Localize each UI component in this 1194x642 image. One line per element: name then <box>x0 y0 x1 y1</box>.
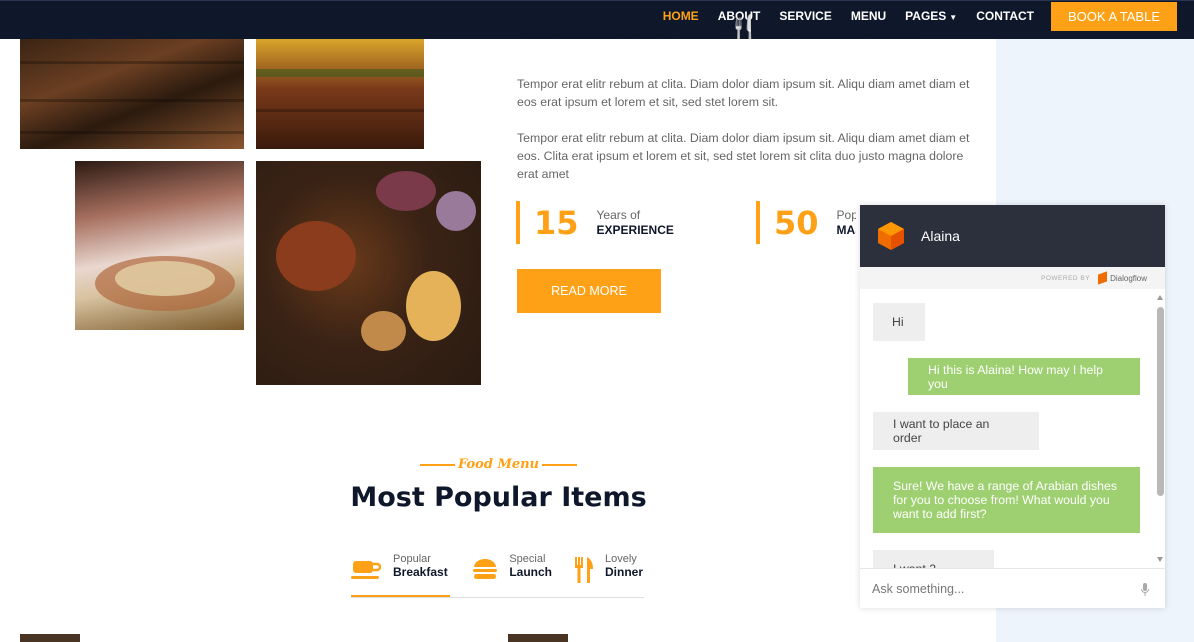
user-message: I want 2 Pizzas <box>873 550 994 569</box>
tab-label: Dinner <box>605 565 644 579</box>
microphone-icon[interactable] <box>1141 583 1149 597</box>
tab-text: Popular Breakfast <box>393 553 448 579</box>
about-paragraph-1: Tempor erat elitr rebum at clita. Diam d… <box>517 77 970 109</box>
utensils-icon: 🍴 <box>725 14 763 39</box>
photo-detail <box>20 99 244 102</box>
scroll-thumb[interactable] <box>1157 307 1164 496</box>
food-menu-subtitle: Food Menu <box>420 457 577 472</box>
stat-number: 50 <box>774 203 819 242</box>
menu-item-thumbnail <box>20 634 80 642</box>
divider-line <box>541 463 577 466</box>
scroll-down-arrow-icon[interactable] <box>1157 557 1163 562</box>
stat-label: EXPERIENCE <box>596 222 674 237</box>
nav-contact-link[interactable]: CONTACT <box>976 9 1034 23</box>
menu-tabs: Popular Breakfast Special Launch Lovely … <box>351 553 644 598</box>
photo-detail <box>436 191 476 231</box>
powered-by-label: POWERED BY <box>1041 274 1091 282</box>
photo-detail <box>406 271 461 341</box>
restaurant-interior-photo <box>20 39 244 149</box>
scroll-up-arrow-icon[interactable] <box>1157 295 1163 300</box>
powered-by-bar: POWERED BY Dialogflow <box>860 267 1165 289</box>
stat-experience: 15 Years of EXPERIENCE <box>516 201 736 244</box>
photo-detail <box>361 311 406 351</box>
chat-widget: Alaina POWERED BY Dialogflow Hi Hi this … <box>860 205 1165 608</box>
dialogflow-logo-icon <box>878 222 904 250</box>
chat-input-field[interactable]: Ask something... <box>860 568 1165 608</box>
book-table-button[interactable]: BOOK A TABLE <box>1051 2 1177 31</box>
stat-caption: Popular <box>836 207 856 222</box>
hamburger-icon <box>472 557 501 583</box>
chat-scrollbar[interactable] <box>1154 293 1165 569</box>
bot-message: Sure! We have a range of Arabian dishes … <box>873 467 1140 533</box>
user-message: Hi <box>873 303 925 341</box>
stat-caption: Years of <box>596 207 641 222</box>
tab-launch[interactable]: Special Launch <box>472 553 552 597</box>
tab-text: Special Launch <box>509 553 552 579</box>
food-menu-label: Food Menu <box>457 457 540 472</box>
photo-detail <box>276 221 356 291</box>
stat-text: Popular MASTER CHEFS <box>837 208 856 238</box>
photo-detail <box>20 61 244 64</box>
restaurant-dining-photo <box>256 39 424 149</box>
stat-text: Years of EXPERIENCE <box>597 208 674 238</box>
read-more-button[interactable]: READ MORE <box>517 269 661 313</box>
divider-line <box>420 463 455 466</box>
stat-number: 15 <box>534 203 579 242</box>
photo-detail <box>256 109 424 112</box>
tab-breakfast[interactable]: Popular Breakfast <box>351 553 450 597</box>
coffee-icon <box>351 557 382 583</box>
about-paragraph-2: Tempor erat elitr rebum at clita. Diam d… <box>517 131 970 181</box>
dialogflow-icon <box>1098 271 1108 285</box>
tab-text: Lovely Dinner <box>605 553 643 579</box>
chat-header: Alaina <box>860 205 1165 267</box>
stat-chefs: 50 Popular MASTER CHEFS <box>756 201 856 244</box>
food-platter-photo <box>256 161 481 385</box>
provider-name: Dialogflow <box>1110 273 1147 283</box>
utensils-icon <box>573 557 597 583</box>
photo-detail <box>256 69 424 77</box>
tab-label: Launch <box>509 565 552 579</box>
about-heading-prefix: Welcome to <box>517 14 726 39</box>
chat-agent-name: Alaina <box>921 228 960 244</box>
caret-down-icon: ▼ <box>949 13 958 22</box>
about-heading: Welcome to 🍴Restoran <box>517 14 916 39</box>
tab-label: Breakfast <box>393 565 448 579</box>
about-heading-brand: Restoran <box>762 14 916 39</box>
menu-item-thumbnail <box>508 634 568 642</box>
menu-section-title: Most Popular Items <box>350 482 647 513</box>
photo-detail <box>115 261 215 296</box>
user-message: I want to place an order <box>873 412 1039 450</box>
chat-messages: Hi Hi this is Alaina! How may I help you… <box>860 289 1165 569</box>
tab-dinner[interactable]: Lovely Dinner <box>573 553 645 597</box>
salad-dish-photo <box>75 161 244 330</box>
photo-detail <box>376 171 436 211</box>
chat-input-placeholder: Ask something... <box>872 581 965 596</box>
photo-detail <box>20 131 244 134</box>
stat-label: MASTER CHEFS <box>836 222 856 237</box>
bot-message: Hi this is Alaina! How may I help you <box>908 358 1140 395</box>
